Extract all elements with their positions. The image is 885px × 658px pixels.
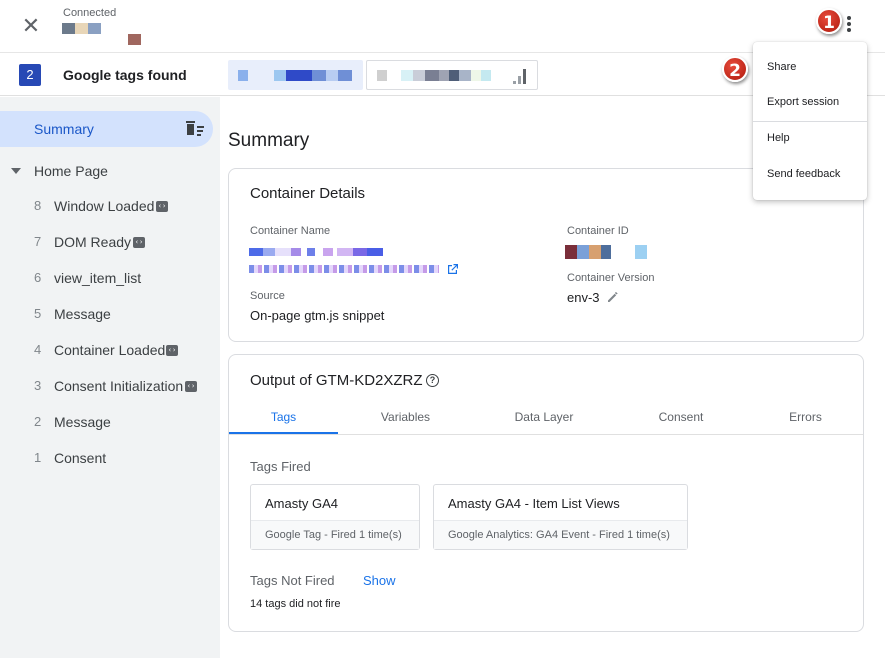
code-icon: ‹› (166, 345, 178, 356)
tag-chip-2[interactable] (366, 60, 538, 90)
tab-errors[interactable]: Errors (759, 410, 852, 424)
caret-down-icon[interactable] (11, 168, 21, 174)
event-number: 2 (34, 414, 42, 429)
output-tabs: Tags Variables Data Layer Consent Errors (229, 401, 863, 435)
tag-footer: Google Analytics: GA4 Event - Fired 1 ti… (434, 520, 687, 549)
step-marker-2: 2 (722, 56, 748, 82)
show-not-fired-button[interactable]: Show (363, 573, 396, 588)
code-icon: ‹› (133, 237, 145, 248)
tab-consent[interactable]: Consent (629, 410, 733, 424)
source-value: On-page gtm.js snippet (250, 308, 385, 323)
container-name-label: Container Name (250, 225, 331, 237)
event-label: Consent (54, 450, 107, 466)
event-label: Window Loaded (54, 198, 155, 214)
menu-item-share[interactable]: Share (753, 52, 867, 82)
edit-icon[interactable] (607, 291, 619, 303)
overflow-menu: Share Export session Help Send feedback (753, 42, 867, 200)
menu-item-send-feedback[interactable]: Send feedback (753, 159, 867, 189)
signal-bars-icon (513, 68, 529, 84)
not-fired-count: 14 tags did not fire (250, 598, 341, 610)
fired-tag-card[interactable]: Amasty GA4 Google Tag - Fired 1 time(s) (250, 484, 420, 550)
source-label: Source (250, 290, 285, 302)
sidebar-event[interactable]: 3 Consent Initialization ‹› (0, 375, 220, 399)
tag-name: Amasty GA4 - Item List Views (448, 496, 620, 511)
tag-name: Amasty GA4 (265, 496, 338, 511)
container-version-value: env-3 (567, 290, 600, 305)
menu-item-help[interactable]: Help (753, 123, 867, 153)
sidebar-event[interactable]: 6 view_item_list (0, 267, 220, 291)
container-name-redacted (249, 248, 383, 256)
event-number: 4 (34, 342, 42, 357)
sidebar-page-home[interactable]: Home Page (0, 159, 220, 183)
event-number: 5 (34, 306, 42, 321)
event-number: 3 (34, 378, 42, 393)
event-label: view_item_list (54, 270, 142, 286)
event-label: Message (54, 306, 111, 322)
step-marker-1: 1 (816, 8, 842, 34)
card-title: Container Details (250, 185, 366, 202)
tags-fired-label: Tags Fired (250, 459, 311, 474)
page-label: Home Page (34, 163, 108, 179)
sidebar-event[interactable]: 1 Consent (0, 447, 220, 471)
delete-list-icon[interactable] (185, 120, 205, 138)
help-icon[interactable]: ? (426, 374, 439, 387)
container-url-redacted[interactable] (249, 265, 439, 273)
sidebar-item-label: Summary (34, 121, 94, 137)
sidebar-event[interactable]: 2 Message (0, 411, 220, 435)
tab-tags[interactable]: Tags (229, 410, 338, 424)
open-in-new-icon[interactable] (447, 263, 459, 275)
event-label: DOM Ready (54, 234, 132, 250)
sidebar-event[interactable]: 7 DOM Ready ‹› (0, 231, 220, 255)
fired-tag-card[interactable]: Amasty GA4 - Item List Views Google Anal… (433, 484, 688, 550)
container-version-label: Container Version (567, 272, 655, 284)
container-id-redacted (565, 245, 647, 259)
connection-status: Connected (63, 7, 117, 19)
active-tab-indicator (229, 432, 338, 434)
close-icon[interactable]: ✕ (18, 13, 44, 39)
event-label: Consent Initialization (54, 378, 184, 394)
more-vert-icon[interactable] (840, 14, 858, 36)
sidebar-event[interactable]: 4 Container Loaded ‹› (0, 339, 220, 363)
page-title: Summary (228, 130, 310, 151)
connected-site-redacted-2 (128, 34, 141, 45)
tag-count-badge: 2 (19, 64, 41, 86)
tag-footer: Google Tag - Fired 1 time(s) (251, 520, 419, 549)
event-number: 1 (34, 450, 42, 465)
sidebar-item-summary[interactable]: Summary (0, 111, 213, 147)
tab-data-layer[interactable]: Data Layer (489, 410, 599, 424)
event-number: 6 (34, 270, 42, 285)
sidebar: Summary Home Page 8 Window Loaded ‹› 7 DOM R… (0, 97, 220, 658)
tab-variables[interactable]: Variables (349, 410, 462, 424)
tags-found-label: Google tags found (63, 67, 187, 83)
sidebar-event[interactable]: 5 Message (0, 303, 220, 327)
menu-item-export-session[interactable]: Export session (753, 87, 867, 117)
code-icon: ‹› (156, 201, 168, 212)
output-card: Output of GTM-KD2XZRZ ? Tags Variables D… (228, 354, 864, 632)
event-number: 7 (34, 234, 42, 249)
container-id-label: Container ID (567, 225, 629, 237)
tag-chip-1[interactable] (228, 60, 363, 90)
menu-divider (753, 121, 867, 122)
tag-detail: Google Analytics: GA4 Event - Fired 1 ti… (448, 529, 670, 541)
event-number: 8 (34, 198, 42, 213)
code-icon: ‹› (185, 381, 197, 392)
output-title: Output of GTM-KD2XZRZ (250, 372, 423, 389)
connected-site-redacted (62, 23, 101, 34)
tags-not-fired-label: Tags Not Fired (250, 573, 335, 588)
tag-detail: Google Tag - Fired 1 time(s) (265, 529, 402, 541)
event-label: Message (54, 414, 111, 430)
sidebar-event[interactable]: 8 Window Loaded ‹› (0, 195, 220, 219)
event-label: Container Loaded (54, 342, 166, 358)
